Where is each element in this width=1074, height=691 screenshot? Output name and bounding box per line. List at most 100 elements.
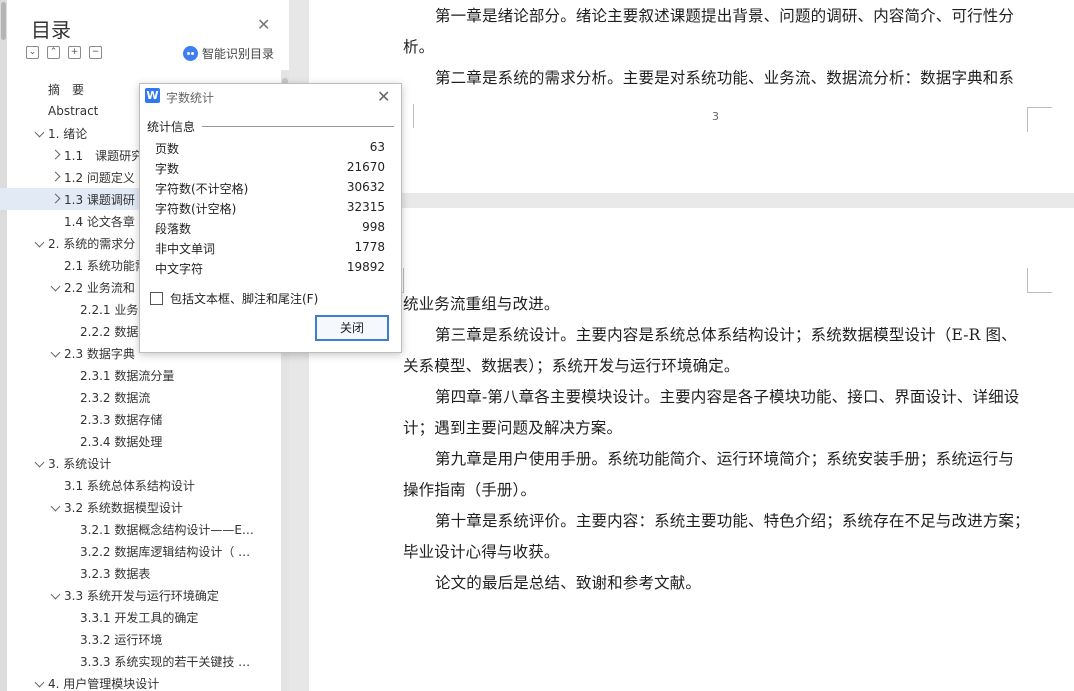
toc-item-label: 摘 要 (48, 82, 85, 97)
toc-item[interactable]: 3.2.3 数据表 (0, 562, 281, 584)
word-count-dialog: W 字数统计 ✕ 统计信息 页数 63 字数 21670 字符数(不计空格) 30632 字… (139, 83, 402, 353)
toc-item[interactable]: 2.3.4 数据处理 (0, 430, 281, 452)
toc-item[interactable]: 3.2.1 数据概念结构设计——E… (0, 518, 281, 540)
paragraph-line[interactable]: 论文的最后是总结、致谢和参考文献。 (435, 571, 701, 593)
ai-robot-icon (183, 46, 198, 61)
include-checkbox-label: 包括文本框、脚注和尾注(F) (170, 292, 319, 306)
wps-logo-icon: W (145, 88, 160, 103)
document-page-4[interactable]: 统业务流重组与改进。第三章是系统设计。主要内容是系统总体系结构设计；系统数据模型… (309, 208, 1074, 691)
paragraph-line[interactable]: 毕业设计心得与收获。 (403, 540, 560, 562)
chevron-down-icon[interactable] (32, 237, 46, 249)
stat-row: 字符数(计空格) 32315 (155, 200, 385, 220)
stat-value: 63 (369, 140, 385, 154)
paragraph-line[interactable]: 第九章是用户使用手册。系统功能简介、运行环境简介；系统安装手册；系统运行与 (435, 447, 1014, 469)
chevron-right-icon[interactable] (48, 171, 62, 183)
toc-item-label: 2.1 系统功能需 (64, 258, 147, 273)
include-textbox-checkbox[interactable]: 包括文本框、脚注和尾注(F) (150, 290, 318, 307)
chevron-down-icon[interactable] (48, 347, 62, 359)
toc-item-label: 1. 绪论 (48, 126, 88, 141)
toc-item-label: 3.2.3 数据表 (80, 566, 151, 581)
toc-item[interactable]: 3.1 系统总体系结构设计 (0, 474, 281, 496)
smart-toc-label: 智能识别目录 (202, 47, 275, 61)
paragraph-line[interactable]: 第三章是系统设计。主要内容是系统总体系结构设计；系统数据模型设计（E-R 图、 (435, 323, 1017, 345)
chevron-down-icon[interactable] (32, 677, 46, 689)
toc-item-label: 3. 系统设计 (48, 456, 112, 471)
toc-item[interactable]: 3.3.1 开发工具的确定 (0, 606, 281, 628)
toc-item[interactable]: 3. 系统设计 (0, 452, 281, 474)
toc-item-label: 2.3 数据字典 (64, 346, 135, 361)
toc-item-label: 1.1 课题研究 (64, 148, 144, 163)
paragraph-line[interactable]: 第四章-第八章各主要模块设计。主要内容是各子模块功能、接口、界面设计、详细设 (435, 385, 1019, 407)
toc-item[interactable]: 4. 用户管理模块设计 (0, 672, 281, 691)
stat-label: 页数 (155, 142, 180, 156)
toc-item[interactable]: 3.3.2 运行环境 (0, 628, 281, 650)
toc-item-label: 4. 用户管理模块设计 (48, 676, 160, 691)
chevron-right-icon[interactable] (48, 193, 62, 205)
toc-item[interactable]: 2.3.2 数据流 (0, 386, 281, 408)
toc-item-label: 2. 系统的需求分 (48, 236, 136, 251)
add-heading-icon[interactable]: + (68, 46, 81, 59)
dialog-title: 字数统计 (166, 91, 215, 105)
paragraph-line[interactable]: 第十章是系统评价。主要内容：系统主要功能、特色介绍；系统存在不足与改进方案； (435, 509, 1030, 531)
stat-label: 中文字符 (155, 262, 204, 276)
document-page-3[interactable]: 3 第一章是绪论部分。绪论主要叙述课题提出背景、问题的调研、内容简介、可行性分析… (309, 0, 1074, 193)
toc-item-label: 2.3.1 数据流分量 (80, 368, 175, 383)
toc-item-label: 2.3.2 数据流 (80, 390, 151, 405)
stat-value: 1778 (354, 240, 385, 254)
toc-item-label: 1.3 课题调研 (64, 192, 135, 207)
chevron-down-icon[interactable] (48, 281, 62, 293)
checkbox-icon[interactable] (150, 292, 163, 305)
chevron-down-icon[interactable] (32, 457, 46, 469)
toc-item-label: 3.3.1 开发工具的确定 (80, 610, 199, 625)
stat-row: 中文字符 19892 (155, 260, 385, 280)
toc-item[interactable]: 3.2 系统数据模型设计 (0, 496, 281, 518)
collapse-up-icon[interactable]: ⌃ (47, 46, 60, 59)
toc-item[interactable]: 2.3.3 数据存储 (0, 408, 281, 430)
stat-value: 30632 (346, 180, 385, 194)
paragraph-line[interactable]: 关系模型、数据表）；系统开发与运行环境确定。 (403, 354, 740, 376)
stat-row: 段落数 998 (155, 220, 385, 240)
chevron-down-icon[interactable] (48, 589, 62, 601)
close-button[interactable]: 关闭 (315, 315, 389, 341)
document-area: 3 第一章是绪论部分。绪论主要叙述课题提出背景、问题的调研、内容简介、可行性分析… (309, 0, 1074, 691)
toc-item-label: 3.3.3 系统实现的若干关键技 … (80, 654, 251, 669)
stat-label: 字符数(不计空格) (155, 182, 249, 196)
toc-item-label: 3.2.2 数据库逻辑结构设计（ … (80, 544, 251, 559)
toc-item[interactable]: 3.2.2 数据库逻辑结构设计（ … (0, 540, 281, 562)
paragraph-line[interactable]: 统业务流重组与改进。 (403, 292, 560, 314)
paragraph-line[interactable]: 第一章是绪论部分。绪论主要叙述课题提出背景、问题的调研、内容简介、可行性分 (435, 4, 1014, 26)
stat-row: 字数 21670 (155, 160, 385, 180)
chevron-down-icon[interactable] (32, 127, 46, 139)
smart-toc-button[interactable]: 智能识别目录 (183, 45, 274, 62)
paragraph-line[interactable]: 第二章是系统的需求分析。主要是对系统功能、业务流、数据流分析：数据字典和系 (435, 66, 1014, 88)
toc-item-label: 3.1 系统总体系结构设计 (64, 478, 195, 493)
toc-close-icon[interactable]: ✕ (257, 17, 270, 33)
paragraph-line[interactable]: 计；遇到主要问题及解决方案。 (403, 416, 622, 438)
toc-item-label: 2.2 业务流和 (64, 280, 135, 295)
chevron-down-icon[interactable] (48, 501, 62, 513)
chevron-right-icon[interactable] (48, 149, 62, 161)
stat-row: 非中文单词 1778 (155, 240, 385, 260)
page-corner-mark (1027, 268, 1052, 293)
toc-item[interactable]: 2.3.1 数据流分量 (0, 364, 281, 386)
dialog-close-icon[interactable]: ✕ (377, 87, 390, 106)
toc-item-label: 1.2 问题定义 (64, 170, 135, 185)
stats-section-label: 统计信息 (147, 120, 196, 134)
toc-item-label: 2.3.3 数据存储 (80, 412, 163, 427)
expand-down-icon[interactable]: ⌄ (26, 46, 39, 59)
dialog-titlebar[interactable]: W 字数统计 ✕ (140, 84, 401, 110)
paragraph-line[interactable]: 析。 (403, 35, 434, 57)
stat-label: 段落数 (155, 222, 192, 236)
stat-row: 字符数(不计空格) 30632 (155, 180, 385, 200)
toc-item-label: Abstract (48, 104, 99, 118)
page-number: 3 (712, 110, 719, 123)
left-scroll-thumb[interactable] (1, 2, 6, 40)
stat-row: 页数 63 (155, 140, 385, 160)
toc-item[interactable]: 3.3.3 系统实现的若干关键技 … (0, 650, 281, 672)
toc-item-label: 1.4 论文各章 (64, 214, 135, 229)
paragraph-line[interactable]: 操作指南（手册）。 (403, 478, 536, 500)
toc-item-label: 3.2 系统数据模型设计 (64, 500, 183, 515)
stat-value: 998 (362, 220, 385, 234)
remove-heading-icon[interactable]: − (89, 46, 102, 59)
toc-item[interactable]: 3.3 系统开发与运行环境确定 (0, 584, 281, 606)
